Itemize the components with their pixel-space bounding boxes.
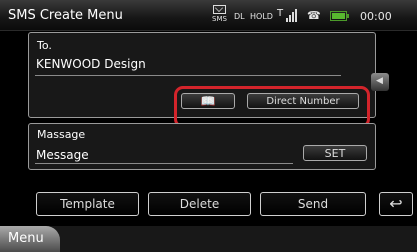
battery-icon: [330, 11, 349, 21]
message-value[interactable]: Message: [36, 148, 89, 162]
hold-status: HOLD: [250, 12, 273, 21]
message-field-panel: Massage Message SET: [28, 123, 376, 170]
to-label: To.: [37, 39, 52, 52]
back-arrow-icon[interactable]: [371, 73, 389, 91]
signal-icon: T: [277, 8, 297, 22]
send-button[interactable]: Send: [260, 192, 366, 216]
phone-icon: ☎: [307, 9, 321, 22]
template-button[interactable]: Template: [36, 192, 139, 216]
action-buttons-row: Template Delete Send ↩: [28, 192, 413, 216]
message-label: Massage: [37, 128, 86, 141]
dl-status: DL: [234, 12, 245, 21]
set-button[interactable]: SET: [303, 145, 367, 161]
recipient-value[interactable]: KENWOOD Design: [36, 57, 146, 71]
menu-bar: Menu: [0, 226, 417, 252]
recipient-divider: [35, 75, 341, 76]
clock: 00:00: [360, 10, 392, 23]
sms-label: SMS: [212, 15, 227, 23]
message-divider: [35, 163, 293, 164]
return-button[interactable]: ↩: [379, 192, 413, 216]
menu-tab[interactable]: Menu: [0, 226, 60, 252]
sms-icon: SMS: [212, 5, 227, 23]
sms-create-menu-screen: SMS Create Menu SMS DL HOLD T ☎ 00:00 To…: [0, 0, 417, 252]
delete-button[interactable]: Delete: [148, 192, 251, 216]
highlight-frame: [174, 86, 370, 128]
return-icon: ↩: [389, 194, 403, 213]
status-bar: SMS Create Menu SMS DL HOLD T ☎ 00:00: [0, 0, 417, 31]
screen-title: SMS Create Menu: [8, 8, 123, 23]
